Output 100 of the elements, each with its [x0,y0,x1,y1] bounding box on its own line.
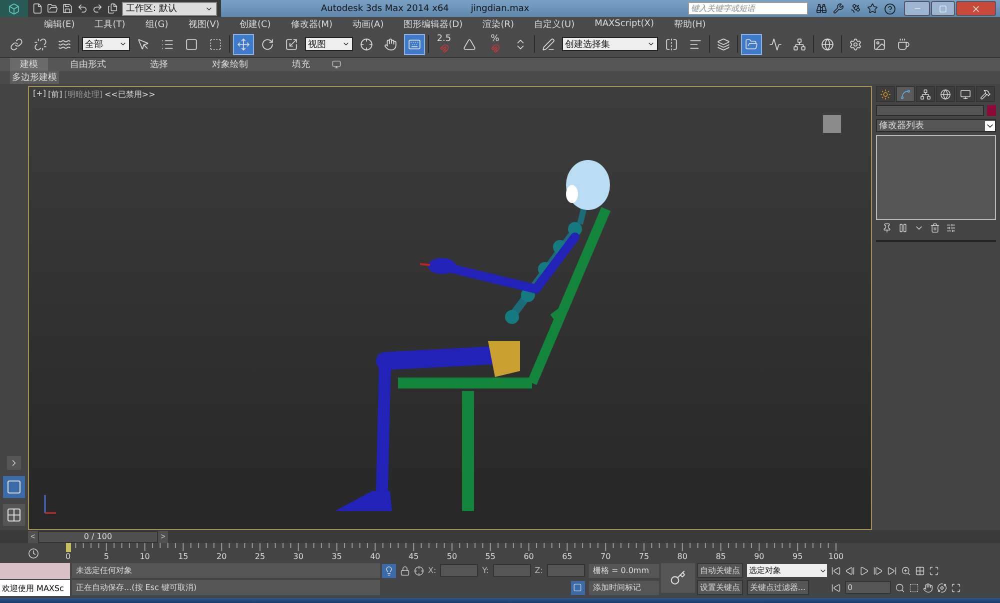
menu-item[interactable]: 动画(A) [342,18,394,30]
maxscript-listener-field[interactable] [0,563,70,579]
selection-filter-dropdown[interactable]: 全部 [82,37,130,51]
time-slider-thumb[interactable]: 0 / 100 [38,530,158,542]
ribbon-tab[interactable]: 选择 [128,58,190,71]
menu-item[interactable]: 自定义(U) [524,18,585,30]
folder-icon [745,38,758,50]
binoculars-icon[interactable] [816,2,827,14]
curve-tab[interactable] [896,86,915,102]
view-cube-icon[interactable] [821,113,843,135]
crosshair-icon[interactable] [414,566,424,576]
skip-forward-icon[interactable] [886,566,897,576]
open-folder-icon[interactable] [47,3,58,14]
named-selection-dropdown[interactable]: 创建选择集 [562,37,658,51]
maximize-icon[interactable] [950,582,961,592]
pause-icon[interactable] [898,223,908,233]
save-icon[interactable] [62,3,73,14]
ribbon-tab[interactable]: 填充 [270,58,332,71]
new-file-icon[interactable] [32,3,43,14]
hierarchy-tab[interactable] [916,86,935,102]
step-back-icon[interactable] [844,566,855,576]
object-color-swatch[interactable] [987,105,996,116]
menu-item[interactable]: 创建(C) [229,18,281,30]
zoom-icon[interactable] [900,566,911,576]
add-time-tag-button[interactable]: 添加时间标记 [588,580,659,594]
menu-item[interactable]: 图形编辑器(D) [394,18,473,30]
keyboard-button[interactable] [404,34,425,54]
hammer-tab[interactable] [976,86,995,102]
ribbon-tab[interactable]: 自由形式 [48,58,128,71]
snap-toggle-button[interactable]: 2.5 [432,34,456,54]
auto-key-button[interactable]: 自动关键点 [696,563,743,578]
files-icon[interactable] [107,3,118,14]
menu-item[interactable]: 编辑(E) [34,18,85,30]
monitor-tab[interactable] [956,86,975,102]
viewport-label[interactable]: [明暗处理] [64,89,102,100]
menu-item[interactable]: 组(G) [135,18,178,30]
set-key-mode-button[interactable]: 设置关键点 [696,580,743,595]
coordinate-field[interactable] [492,564,531,577]
coordinate-field[interactable] [440,564,478,577]
viewport-label[interactable]: <<已禁用>> [104,89,156,100]
maximize-button[interactable] [931,1,955,16]
menu-item[interactable]: 修改器(M) [280,18,343,30]
search-icon[interactable] [894,582,905,592]
coordinate-field[interactable] [546,564,585,577]
minimize-button[interactable] [904,1,930,16]
monitor-icon[interactable] [332,60,341,69]
clock-icon[interactable] [28,548,38,558]
key-filters-button[interactable]: 关键点过滤器... [746,580,809,595]
ribbon-tab[interactable]: 建模 [10,58,48,71]
pin-icon[interactable] [882,223,892,233]
skip-back-icon[interactable] [830,582,841,592]
dashed-square-icon[interactable] [908,582,919,592]
satellite-icon[interactable] [850,2,861,14]
current-frame-field[interactable]: 0 [844,581,891,594]
sliders-icon[interactable] [946,223,956,233]
disc-tab[interactable] [936,86,955,102]
modifier-list-dropdown[interactable]: 修改器列表 [876,119,996,132]
move-button[interactable] [233,34,254,54]
grid-layout-button[interactable] [3,504,25,526]
menu-item[interactable]: 工具(T) [84,18,136,30]
viewport-layout-button[interactable] [3,476,25,498]
wrench-icon[interactable] [833,2,844,14]
snap-toggle-button[interactable]: % [483,34,507,54]
expand-button[interactable] [7,456,21,470]
close-button[interactable] [956,1,996,16]
set-key-button[interactable] [660,563,695,593]
sun-tab[interactable] [876,86,895,102]
menu-item[interactable]: 渲染(R) [472,18,524,30]
coordinate-system-dropdown[interactable]: 视图 [305,37,353,51]
skip-back-icon[interactable] [830,566,841,576]
time-tag-button[interactable] [570,580,585,594]
maxscript-mini-listener[interactable]: 欢迎使用 MAXSc [0,580,70,596]
orbit-icon[interactable] [936,582,947,592]
key-mode-dropdown[interactable]: 选定对象 [746,564,827,577]
grid-icon[interactable] [914,566,925,576]
step-forward-icon[interactable] [872,566,883,576]
menu-item[interactable]: 视图(V) [178,18,230,30]
menu-item[interactable]: 帮助(H) [664,18,716,30]
ribbon-tab[interactable]: 对象绘制 [190,58,270,71]
next-frame-button[interactable]: > [158,530,168,542]
object-name-field[interactable] [876,105,984,116]
maximize-icon[interactable] [928,566,939,576]
star-icon[interactable] [867,2,878,14]
trash-icon[interactable] [930,223,940,233]
ribbon-panel-label[interactable]: 多边形建模 [10,71,59,84]
app-menu-button[interactable] [0,0,28,17]
folder-button[interactable] [741,34,762,54]
pan-icon[interactable] [922,582,933,592]
viewport-label[interactable]: [前] [48,89,62,100]
undo-icon[interactable] [77,3,88,14]
redo-icon[interactable] [92,3,103,14]
help-icon[interactable] [884,2,896,14]
search-field[interactable]: 键入关键字或短语 [688,2,808,15]
menu-item[interactable]: MAXScript(X) [584,19,664,29]
isolate-button[interactable] [382,564,396,578]
workspace-dropdown[interactable]: 工作区: 默认 [122,2,217,16]
play-icon[interactable] [858,566,869,576]
lock-icon[interactable] [400,566,410,576]
previous-frame-button[interactable]: < [28,530,38,542]
viewport-label[interactable]: [+] [33,89,46,100]
